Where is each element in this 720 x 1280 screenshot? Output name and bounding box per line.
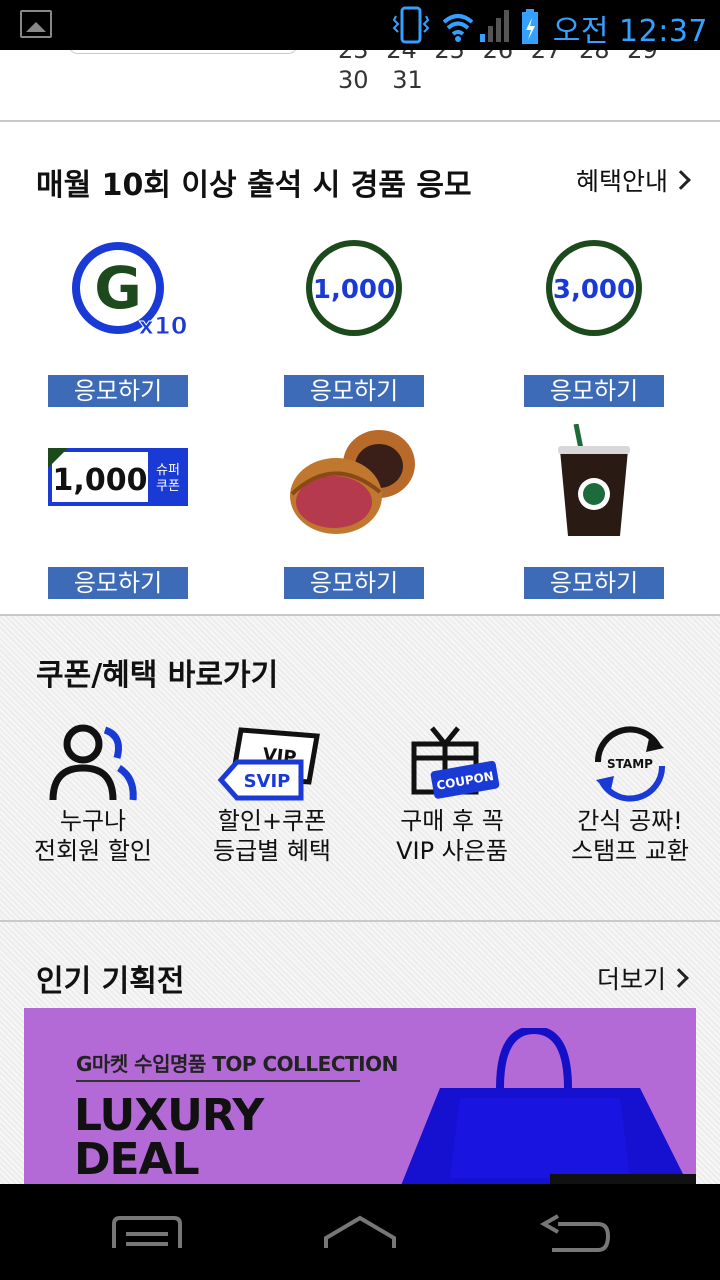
system-navigation-bar [0, 1184, 720, 1280]
gift-coupon-icon: COUPON [411, 726, 500, 799]
coupon-amount: 1,000 [53, 463, 148, 498]
image-notification-icon [20, 10, 52, 38]
calendar-day[interactable]: 27 [531, 50, 562, 64]
calendar-frame [68, 50, 298, 54]
benefit-info-link[interactable]: 혜택안내 [576, 162, 688, 198]
calendar-day[interactable]: 26 [483, 50, 514, 64]
svg-text:STAMP: STAMP [607, 757, 653, 771]
back-icon[interactable] [538, 1214, 614, 1254]
luxury-deal-banner[interactable]: G마켓 수입명품 TOP COLLECTION LUXURY DEAL [24, 1008, 696, 1184]
apply-button[interactable]: 응모하기 [524, 375, 664, 407]
banner-headline-2: DEAL [74, 1134, 200, 1184]
users-icon [49, 724, 137, 801]
calendar-week-row: 30 31 [338, 66, 439, 94]
svg-text:쿠폰: 쿠폰 [156, 479, 180, 494]
calendar-day[interactable]: 25 [434, 50, 465, 64]
calendar-day[interactable]: 31 [392, 66, 423, 94]
prize-pastry: 응모하기 [284, 424, 424, 599]
apply-button[interactable]: 응모하기 [284, 375, 424, 407]
status-bar: 오전 12:37 [0, 0, 720, 50]
calendar-day[interactable]: 24 [386, 50, 417, 64]
section-title: 인기 기획전 [36, 964, 185, 999]
menu-icon[interactable] [110, 1214, 184, 1250]
signal-icon [480, 10, 509, 42]
svg-text:SVIP: SVIP [244, 771, 291, 792]
more-link[interactable]: 더보기 [597, 960, 686, 996]
gmoney-coin-icon: 1,000 [306, 240, 402, 336]
coupon-benefit-shortcuts: 쿠폰/혜택 바로가기 누구나 전회원 할인 VIP SVIP 할인+쿠폰 등급별… [0, 616, 720, 922]
prize-coin-3000: 3,000 응모하기 [524, 232, 664, 407]
prize-gmarket-badge: G x10 응모하기 [48, 232, 188, 407]
section-title: 쿠폰/혜택 바로가기 [36, 658, 279, 693]
iced-coffee-image [558, 424, 630, 536]
calendar-day[interactable]: 23 [338, 50, 369, 64]
super-coupon-icon: 1,000 슈퍼 쿠폰 [48, 448, 188, 506]
prize-super-coupon: 1,000 슈퍼 쿠폰 응모하기 [48, 424, 188, 599]
apply-button[interactable]: 응모하기 [284, 567, 424, 599]
svg-text:G: G [94, 254, 142, 322]
shortcut-grade-benefits[interactable]: VIP SVIP 할인+쿠폰 등급별 혜택 [182, 722, 362, 882]
gmarket-badge-icon: G x10 [72, 242, 188, 341]
stamp-refresh-icon: STAMP [594, 726, 666, 802]
system-status-icons [392, 6, 538, 44]
wifi-icon [442, 14, 474, 42]
attendance-calendar: 23 24 25 26 27 28 29 30 31 [0, 50, 720, 122]
prize-coin-1000: 1,000 응모하기 [284, 232, 424, 407]
shortcut-stamp-exchange[interactable]: STAMP 간식 공짜! 스탬프 교환 [540, 722, 720, 882]
shortcut-vip-gift[interactable]: COUPON 구매 후 꼭 VIP 사은품 [362, 722, 542, 882]
banner-divider [76, 1080, 360, 1082]
badge-multiplier: x10 [139, 312, 188, 340]
calendar-day[interactable]: 30 [338, 66, 369, 94]
banner-subtitle: G마켓 수입명품 TOP COLLECTION [76, 1052, 398, 1076]
handbag-image [401, 1028, 696, 1184]
section-title: 매월 10회 이상 출석 시 경품 응모 [36, 168, 472, 203]
svg-text:슈퍼: 슈퍼 [156, 463, 180, 478]
apply-button[interactable]: 응모하기 [48, 375, 188, 407]
calendar-day[interactable]: 29 [627, 50, 658, 64]
battery-charging-icon [522, 9, 538, 44]
status-time: 오전 12:37 [552, 14, 708, 49]
calendar-day[interactable]: 28 [579, 50, 610, 64]
gmoney-coin-icon: 3,000 [546, 240, 642, 336]
popular-exhibitions-section: 인기 기획전 더보기 G마켓 수입명품 TOP COLLECTION LUXUR… [0, 922, 720, 1184]
vip-ticket-icon: VIP SVIP [217, 727, 320, 801]
attendance-prize-section: 매월 10회 이상 출석 시 경품 응모 혜택안내 G x10 응모하기 1,0… [0, 124, 720, 616]
vibrate-phone-icon [392, 6, 430, 44]
shortcut-all-member-discount[interactable]: 누구나 전회원 할인 [3, 722, 183, 882]
apply-button[interactable]: 응모하기 [524, 567, 664, 599]
home-icon[interactable] [322, 1214, 398, 1250]
coin-amount: 1,000 [313, 275, 395, 305]
apply-button[interactable]: 응모하기 [48, 567, 188, 599]
prize-iced-coffee: 응모하기 [524, 424, 664, 599]
pastry-image [290, 430, 415, 534]
calendar-week-row: 23 24 25 26 27 28 29 [338, 50, 658, 64]
coin-amount: 3,000 [553, 275, 635, 305]
